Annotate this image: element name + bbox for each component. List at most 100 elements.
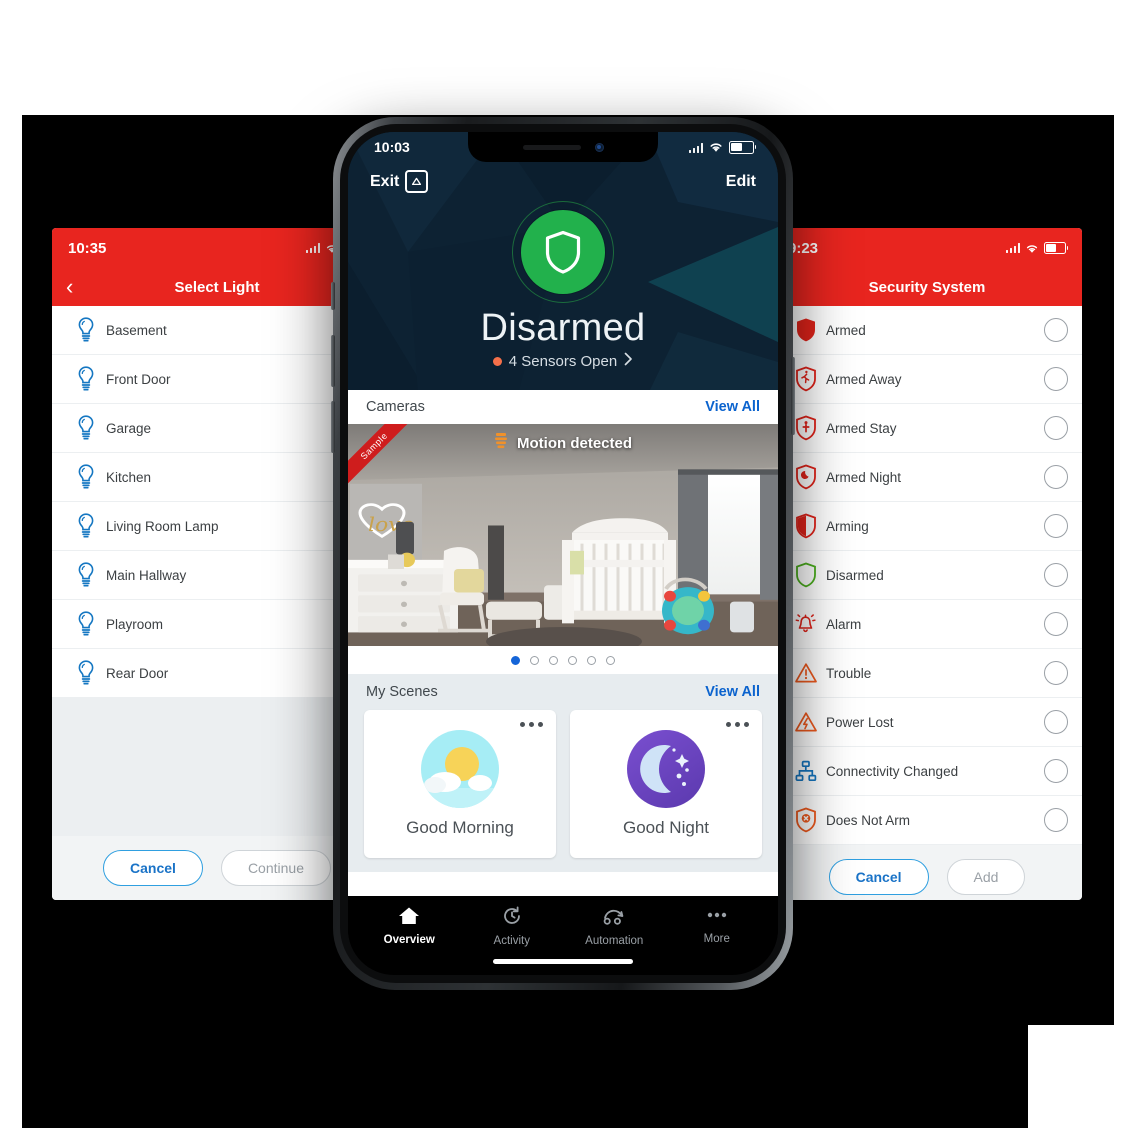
list-item-label: Trouble <box>826 665 872 681</box>
scenes-view-all-link[interactable]: View All <box>705 684 760 700</box>
list-item-label: Armed Away <box>826 371 902 387</box>
scenes-title: My Scenes <box>366 684 438 700</box>
cameras-view-all-link[interactable]: View All <box>705 399 760 415</box>
list-item-label: Connectivity Changed <box>826 763 959 779</box>
lightbulb-icon <box>66 562 106 588</box>
earpiece-speaker-icon <box>522 144 581 150</box>
status-ring <box>512 201 614 303</box>
hero-toolbar: Exit Edit <box>348 162 778 193</box>
edit-button[interactable]: Edit <box>726 173 756 191</box>
list-item[interactable]: Arming <box>772 502 1082 551</box>
list-item[interactable]: Armed Night <box>772 453 1082 502</box>
nursery-camera-image: love <box>348 424 778 646</box>
camera-pagination[interactable] <box>348 646 778 674</box>
tab-activity[interactable]: Activity <box>469 906 555 947</box>
tab-automation-label: Automation <box>585 935 644 947</box>
left-status-time: 10:35 <box>68 239 107 257</box>
more-dots-icon[interactable] <box>520 722 543 727</box>
list-item[interactable]: Power Lost <box>772 698 1082 747</box>
row-radio[interactable] <box>1044 367 1068 391</box>
my-scenes-section: My Scenes View All Good Morning Good Nig… <box>348 674 778 872</box>
exit-label: Exit <box>370 172 400 190</box>
center-phone: 10:03 Exit Edit Disarmed 4 Sensors Open … <box>331 117 795 990</box>
center-home-indicator <box>348 959 778 964</box>
row-radio[interactable] <box>1044 808 1068 832</box>
arm-state-control[interactable] <box>348 201 778 303</box>
history-clock-icon <box>501 906 523 931</box>
row-radio[interactable] <box>1044 563 1068 587</box>
power-button[interactable] <box>791 357 795 435</box>
tab-more[interactable]: More <box>674 906 760 945</box>
scene-card-list: Good Morning Good Night <box>348 710 778 858</box>
page-dot[interactable] <box>606 655 615 665</box>
volume-down-button[interactable] <box>331 401 335 453</box>
list-item[interactable]: Disarmed <box>772 551 1082 600</box>
motion-detected-label: Motion detected <box>517 434 632 452</box>
list-item-label: Main Hallway <box>106 567 187 583</box>
list-item[interactable]: Armed Away <box>772 355 1082 404</box>
list-item[interactable]: Does Not Arm <box>772 796 1082 845</box>
tab-automation[interactable]: Automation <box>571 906 657 947</box>
tab-more-label: More <box>703 933 730 945</box>
row-radio[interactable] <box>1044 612 1068 636</box>
row-radio[interactable] <box>1044 416 1068 440</box>
wifi-icon <box>1026 244 1038 253</box>
page-dot[interactable] <box>549 655 558 665</box>
cancel-button[interactable]: Cancel <box>828 859 929 895</box>
right-phone-screen: 9:23 Security System Armed Armed Away Ar… <box>772 228 1082 900</box>
motion-sensor-icon <box>494 432 508 454</box>
list-item[interactable]: Armed Stay <box>772 404 1082 453</box>
list-item-label: Arming <box>826 518 869 534</box>
scene-card[interactable]: Good Morning <box>364 710 556 858</box>
motion-detected-banner: Motion detected <box>348 432 778 454</box>
camera-preview[interactable]: love Sample Motion detected <box>348 424 778 646</box>
row-radio[interactable] <box>1044 710 1068 734</box>
continue-button[interactable]: Continue <box>220 850 331 886</box>
center-status-icons <box>688 140 757 154</box>
cameras-section-header: Cameras View All <box>348 390 778 424</box>
page-dot[interactable] <box>511 655 520 665</box>
more-dots-icon <box>705 906 729 929</box>
list-item[interactable]: Armed <box>772 306 1082 355</box>
moon-stars-icon <box>627 730 705 808</box>
center-status-time: 10:03 <box>374 139 410 155</box>
list-item[interactable]: Connectivity Changed <box>772 747 1082 796</box>
list-item-label: Garage <box>106 420 152 436</box>
bottom-tab-bar: Overview Activity Automation More <box>348 896 778 968</box>
automation-icon <box>601 906 627 931</box>
more-dots-icon[interactable] <box>726 722 749 727</box>
row-radio[interactable] <box>1044 759 1068 783</box>
row-radio[interactable] <box>1044 514 1068 538</box>
page-dot[interactable] <box>530 655 539 665</box>
exit-box-icon <box>405 170 429 193</box>
row-radio[interactable] <box>1044 661 1068 685</box>
list-item[interactable]: Alarm <box>772 600 1082 649</box>
chevron-left-icon[interactable]: ‹ <box>66 276 73 298</box>
mute-switch[interactable] <box>331 282 335 310</box>
volume-up-button[interactable] <box>331 335 335 387</box>
notch <box>468 132 658 162</box>
lightbulb-icon <box>66 415 106 441</box>
exit-button[interactable]: Exit <box>370 170 429 193</box>
tab-overview[interactable]: Overview <box>366 906 452 946</box>
list-item-label: Does Not Arm <box>826 812 911 828</box>
list-item[interactable]: Trouble <box>772 649 1082 698</box>
sensors-open-link[interactable]: 4 Sensors Open <box>348 352 778 380</box>
list-item-label: Armed <box>826 322 866 338</box>
battery-icon <box>729 140 757 154</box>
list-item-label: Basement <box>106 322 167 338</box>
cancel-button[interactable]: Cancel <box>103 850 203 886</box>
signal-bars-icon <box>688 141 703 153</box>
list-item-label: Living Room Lamp <box>106 518 219 534</box>
scene-card[interactable]: Good Night <box>570 710 762 858</box>
shield-icon <box>545 230 581 274</box>
row-radio[interactable] <box>1044 318 1068 342</box>
tab-activity-label: Activity <box>493 935 530 947</box>
wifi-icon <box>710 143 722 152</box>
add-button[interactable]: Add <box>946 859 1026 895</box>
page-dot[interactable] <box>568 655 577 665</box>
list-item-label: Armed Stay <box>826 420 897 436</box>
right-page-title: Security System <box>868 278 986 296</box>
row-radio[interactable] <box>1044 465 1068 489</box>
page-dot[interactable] <box>587 655 596 665</box>
